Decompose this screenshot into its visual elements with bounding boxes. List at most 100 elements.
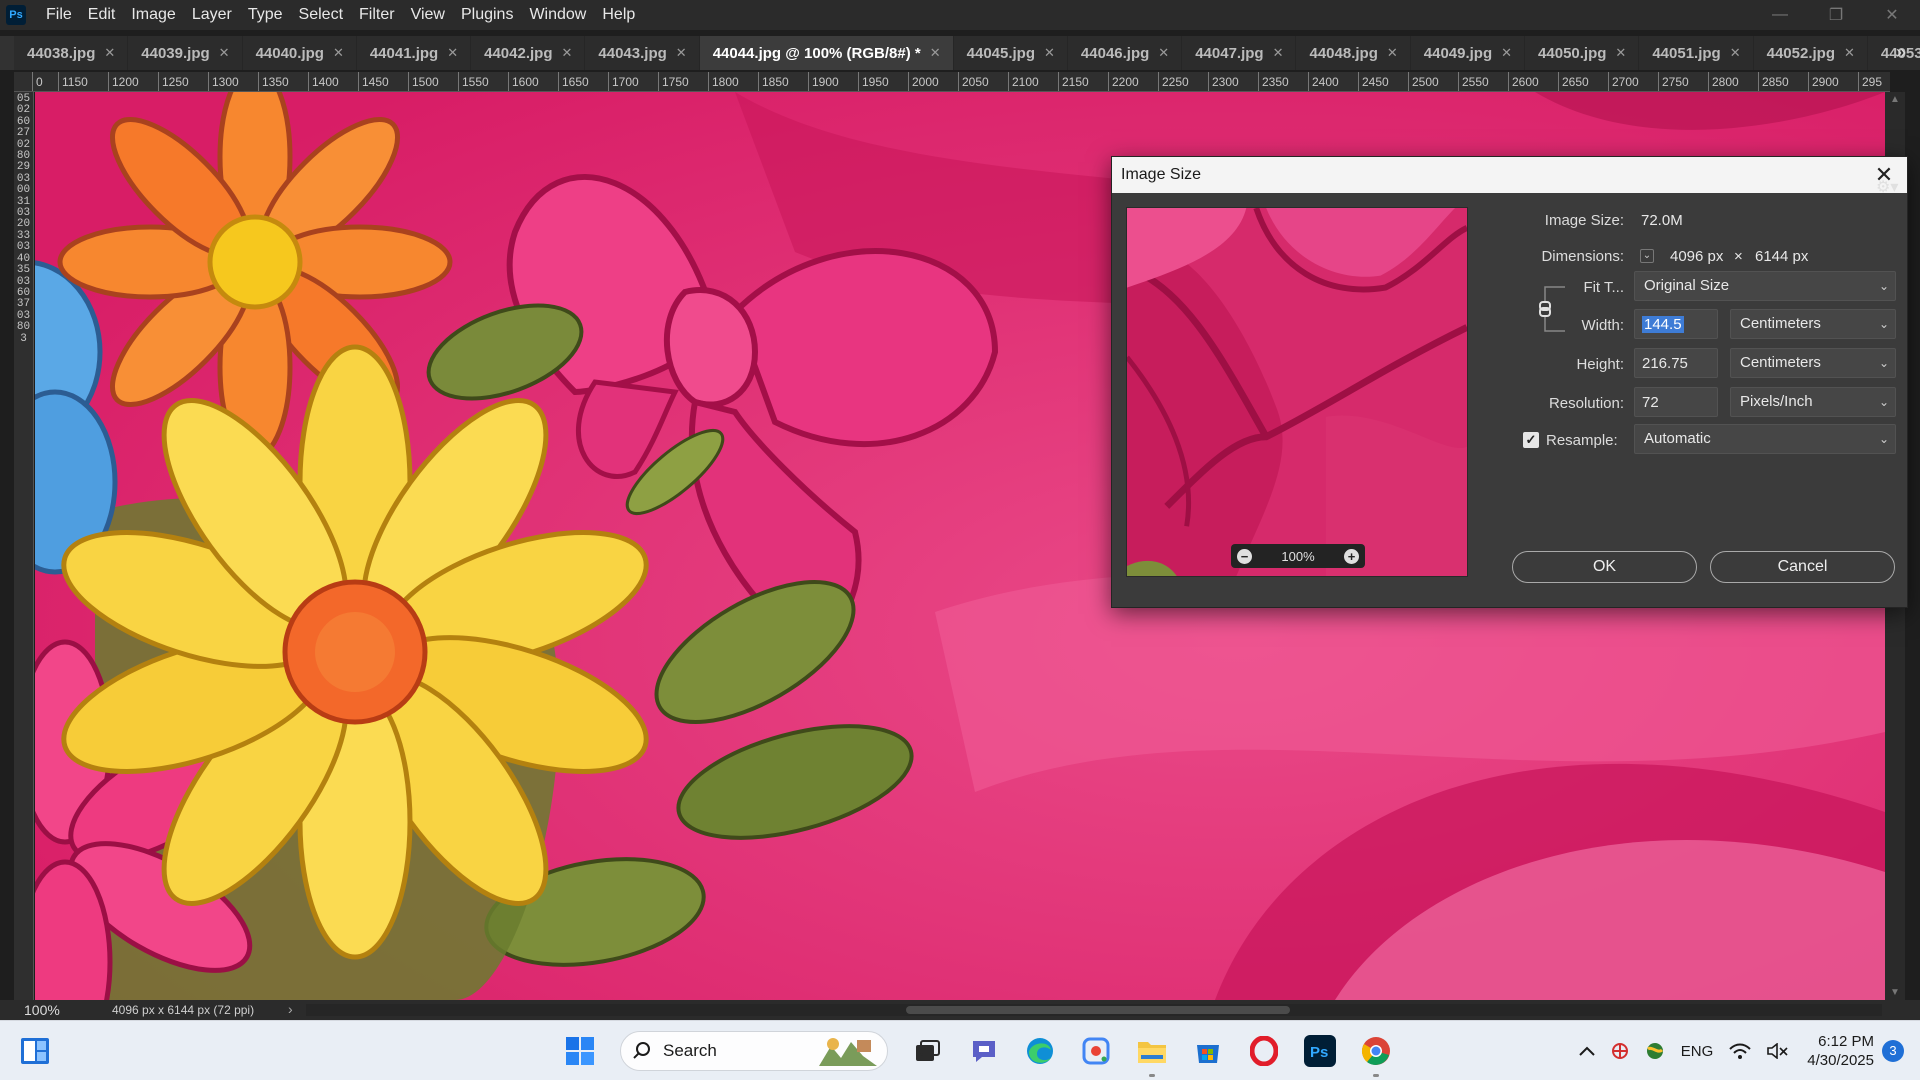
zoom-level[interactable]: 100%	[24, 1002, 60, 1018]
menu-layer[interactable]: Layer	[184, 0, 240, 30]
file-explorer-icon[interactable]	[1134, 1033, 1170, 1077]
tab-44044-active[interactable]: 44044.jpg @ 100% (RGB/8#) * ✕	[699, 36, 954, 70]
tab-label: 44041.jpg	[369, 44, 439, 62]
dimensions-separator: ×	[1734, 248, 1743, 265]
preview-pane[interactable]: − 100% +	[1126, 207, 1468, 577]
ruler-label: 2550	[1462, 75, 1489, 89]
tab-44042[interactable]: 44042.jpg ✕	[471, 36, 586, 70]
cancel-button[interactable]: Cancel	[1710, 551, 1895, 583]
tab-44051[interactable]: 44051.jpg ✕	[1639, 36, 1754, 70]
tab-close-icon[interactable]: ✕	[930, 45, 941, 61]
menu-edit[interactable]: Edit	[80, 0, 124, 30]
tab-close-icon[interactable]: ✕	[447, 45, 458, 61]
gear-icon[interactable]: ⚙▾	[1876, 177, 1898, 197]
windows-start-icon[interactable]	[562, 1033, 598, 1069]
chrome-browser-icon[interactable]	[1358, 1033, 1394, 1077]
tab-close-icon[interactable]: ✕	[1501, 45, 1512, 61]
minimize-icon[interactable]: —	[1752, 0, 1808, 30]
resample-checkbox[interactable]: ✓	[1523, 432, 1539, 448]
menu-select[interactable]: Select	[291, 0, 351, 30]
task-view-icon[interactable]	[910, 1033, 946, 1069]
tab-label: 44047.jpg	[1195, 44, 1264, 62]
edge-browser-icon[interactable]	[1022, 1033, 1058, 1069]
search-icon	[633, 1042, 650, 1059]
resolution-label: Resolution:	[1548, 395, 1624, 412]
menu-type[interactable]: Type	[240, 0, 291, 30]
volume-muted-icon[interactable]	[1767, 1043, 1789, 1059]
notification-badge[interactable]: 3	[1882, 1040, 1904, 1062]
tab-44041[interactable]: 44041.jpg ✕	[356, 36, 472, 70]
chevron-right-icon[interactable]: ›	[288, 1001, 293, 1017]
teams-chat-icon[interactable]	[966, 1033, 1002, 1069]
tab-44045[interactable]: 44045.jpg ✕	[953, 36, 1068, 70]
tab-44038[interactable]: 44038.jpg ✕	[14, 36, 129, 70]
tab-close-icon[interactable]: ✕	[1158, 45, 1169, 61]
menu-filter[interactable]: Filter	[351, 0, 403, 30]
tab-close-icon[interactable]: ✕	[1844, 45, 1855, 61]
tab-overflow-icon[interactable]: »	[1896, 42, 1906, 63]
width-value-selected: 144.5	[1642, 316, 1684, 333]
zoom-out-icon[interactable]: −	[1237, 548, 1252, 564]
horizontal-scroll-thumb[interactable]	[906, 1006, 1290, 1014]
tab-44039[interactable]: 44039.jpg ✕	[128, 36, 243, 70]
menu-file[interactable]: File	[38, 0, 80, 30]
system-clock[interactable]: 6:12 PM 4/30/2025	[1807, 1032, 1874, 1070]
chevron-up-icon[interactable]	[1579, 1046, 1595, 1056]
tab-close-icon[interactable]: ✕	[1387, 45, 1398, 61]
dialog-titlebar[interactable]: Image Size	[1112, 157, 1907, 193]
width-input[interactable]: 144.5	[1634, 309, 1718, 339]
menu-image[interactable]: Image	[123, 0, 183, 30]
photoshop-logo-icon[interactable]: Ps	[6, 5, 26, 25]
ok-button[interactable]: OK	[1512, 551, 1697, 583]
resolution-input[interactable]: 72	[1634, 387, 1718, 417]
tab-44050[interactable]: 44050.jpg ✕	[1525, 36, 1640, 70]
tab-close-icon[interactable]: ✕	[1273, 45, 1284, 61]
height-input[interactable]: 216.75	[1634, 348, 1718, 378]
google-lens-icon[interactable]	[1078, 1033, 1114, 1069]
zoom-in-icon[interactable]: +	[1344, 548, 1359, 564]
tab-44052[interactable]: 44052.jpg ✕	[1753, 36, 1868, 70]
tab-44047[interactable]: 44047.jpg ✕	[1182, 36, 1297, 70]
tab-44048[interactable]: 44048.jpg ✕	[1296, 36, 1411, 70]
wifi-icon[interactable]	[1729, 1043, 1751, 1059]
scroll-down-icon[interactable]: ▼	[1890, 987, 1900, 998]
tab-44049[interactable]: 44049.jpg ✕	[1410, 36, 1526, 70]
horizontal-scrollbar[interactable]	[306, 1004, 1882, 1016]
fit-to-dropdown[interactable]: Original Size ⌄	[1634, 271, 1896, 301]
vpn-shield-icon[interactable]	[1611, 1042, 1629, 1060]
menu-plugins[interactable]: Plugins	[453, 0, 521, 30]
close-window-icon[interactable]: ✕	[1864, 0, 1920, 30]
tab-close-icon[interactable]: ✕	[562, 45, 573, 61]
tab-44040[interactable]: 44040.jpg ✕	[242, 36, 357, 70]
resample-dropdown[interactable]: Automatic ⌄	[1634, 424, 1896, 454]
document-info: 4096 px x 6144 px (72 ppi)	[112, 1003, 255, 1017]
microsoft-store-icon[interactable]	[1190, 1033, 1226, 1069]
taskbar-search[interactable]: Search	[620, 1031, 888, 1071]
tab-44053[interactable]: 44053.jpg	[1867, 36, 1920, 70]
tab-close-icon[interactable]: ✕	[219, 45, 230, 61]
tab-close-icon[interactable]: ✕	[1044, 45, 1055, 61]
tab-44043[interactable]: 44043.jpg ✕	[585, 36, 700, 70]
resolution-unit-dropdown[interactable]: Pixels/Inch ⌄	[1730, 387, 1896, 417]
tab-close-icon[interactable]: ✕	[1615, 45, 1626, 61]
dimensions-dropdown-icon[interactable]: ⌄	[1640, 249, 1654, 263]
language-indicator[interactable]: ENG	[1681, 1043, 1714, 1060]
tab-close-icon[interactable]: ✕	[333, 45, 344, 61]
menu-view[interactable]: View	[403, 0, 453, 30]
photoshop-app-icon[interactable]: Ps	[1302, 1033, 1338, 1069]
height-unit-dropdown[interactable]: Centimeters ⌄	[1730, 348, 1896, 378]
opera-browser-icon[interactable]	[1246, 1033, 1282, 1069]
width-unit-dropdown[interactable]: Centimeters ⌄	[1730, 309, 1896, 339]
scroll-up-icon[interactable]: ▲	[1890, 94, 1900, 105]
globe-app-icon[interactable]	[1645, 1042, 1665, 1060]
ruler-label: 1700	[612, 75, 639, 89]
menu-window[interactable]: Window	[521, 0, 594, 30]
widgets-icon[interactable]	[20, 1037, 50, 1065]
menu-help[interactable]: Help	[594, 0, 643, 30]
tab-close-icon[interactable]: ✕	[676, 45, 687, 61]
tab-close-icon[interactable]: ✕	[1730, 45, 1741, 61]
dimensions-width: 4096 px	[1670, 248, 1724, 265]
tab-close-icon[interactable]: ✕	[104, 45, 115, 61]
tab-44046[interactable]: 44046.jpg ✕	[1067, 36, 1183, 70]
restore-icon[interactable]: ❐	[1808, 0, 1864, 30]
